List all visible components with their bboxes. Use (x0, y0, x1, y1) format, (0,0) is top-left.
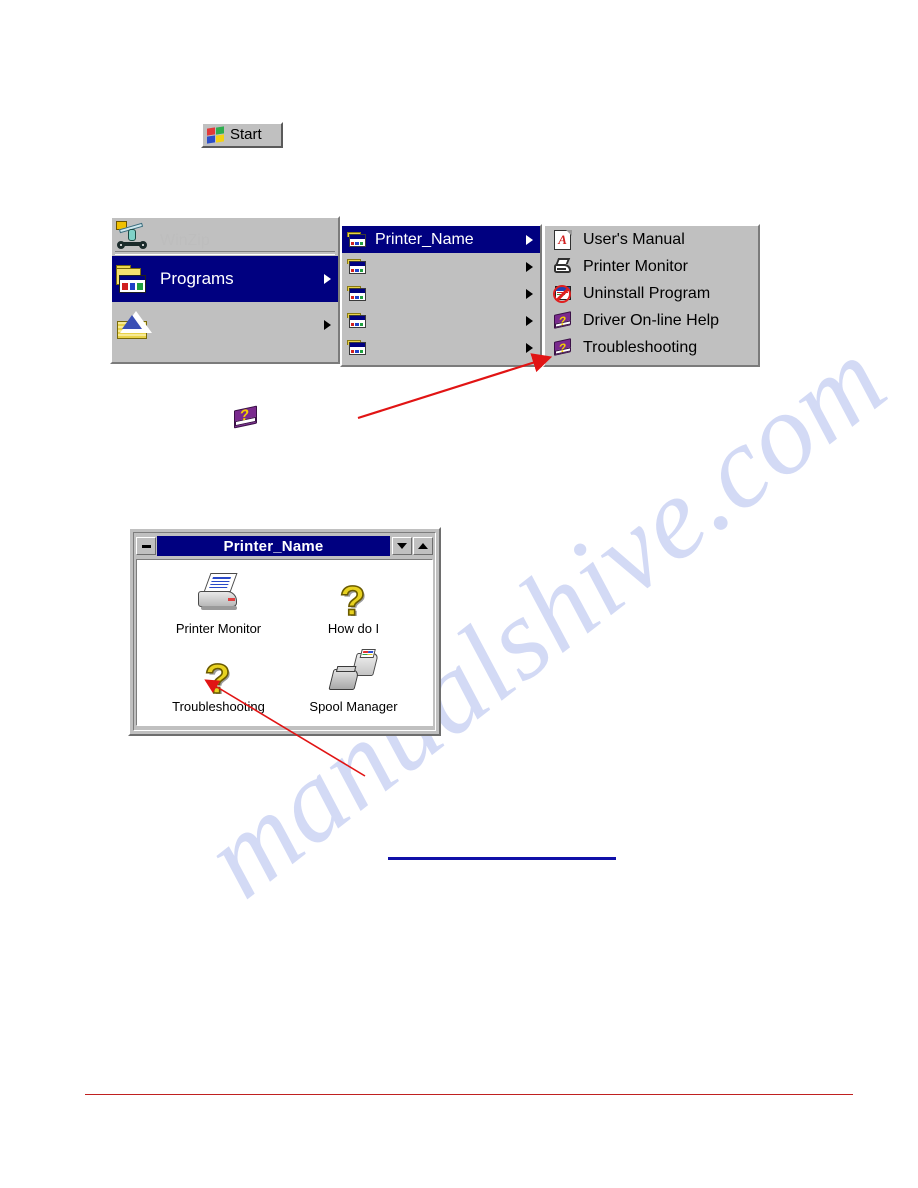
menu-item-users-manual-label: User's Manual (583, 230, 685, 248)
help-book-icon: ? (553, 311, 573, 331)
program-group-folder-icon (347, 312, 367, 330)
program-group-folder-icon (347, 258, 367, 276)
chevron-right-icon (526, 342, 533, 353)
printer-name-submenu[interactable]: A User's Manual Printer Monitor Uninstal… (543, 224, 760, 367)
programs-submenu[interactable]: Printer_Name (340, 224, 542, 367)
arrow-to-troubleshooting-menu-item (357, 353, 553, 420)
submenu-item-printer-name[interactable]: Printer_Name (342, 226, 540, 253)
program-group-folder-icon (347, 285, 367, 303)
chevron-right-icon (526, 261, 533, 272)
restore-down-arrow-icon[interactable] (392, 537, 412, 555)
footer-separator-rule (85, 1094, 853, 1095)
program-group-folder-icon (347, 339, 367, 357)
chevron-right-icon (526, 315, 533, 326)
window-client-area: Printer Monitor ?? How do I ?? Troublesh… (136, 559, 433, 726)
program-icon-how-do-i[interactable]: ?? How do I (286, 568, 421, 646)
documents-folder-icon (116, 309, 153, 341)
start-menu-item-winzip[interactable]: WinZip (112, 218, 338, 250)
menu-item-users-manual[interactable]: A User's Manual (545, 226, 758, 253)
chevron-right-icon (526, 234, 533, 245)
menu-item-printer-monitor-label: Printer Monitor (583, 257, 688, 275)
menu-item-uninstall-program[interactable]: Uninstall Program (545, 280, 758, 307)
blue-link-underline (388, 857, 616, 860)
submenu-item-printer-name-label: Printer_Name (375, 230, 474, 248)
program-icon-printer-monitor-label: Printer Monitor (175, 621, 262, 636)
menu-item-troubleshooting-label: Troubleshooting (583, 338, 698, 356)
acrobat-pdf-icon: A (553, 229, 573, 250)
program-group-window[interactable]: Printer_Name Printer Monitor ? ? How do … (128, 527, 441, 736)
chevron-right-icon (324, 320, 331, 330)
help-book-icon: ? (553, 338, 573, 358)
winzip-clamp-icon (116, 218, 148, 250)
spool-manager-icon (328, 648, 379, 694)
menu-item-troubleshooting[interactable]: ? Troubleshooting (545, 334, 758, 361)
window-title: Printer_Name (223, 537, 324, 555)
windows-flag-icon (207, 125, 226, 144)
yellow-question-mark-icon: ?? (339, 576, 367, 625)
yellow-question-mark-icon: ?? (204, 654, 232, 703)
printer-monitor-icon (196, 572, 242, 616)
programs-folder-icon (116, 263, 148, 295)
menu-item-driver-online-help[interactable]: ? Driver On-line Help (545, 307, 758, 334)
window-title-bar[interactable]: Printer_Name (136, 535, 433, 557)
menu-item-uninstall-program-label: Uninstall Program (583, 284, 711, 302)
document-page: manualshive.com Start WinZip Programs Pr… (0, 0, 918, 1188)
submenu-item-4[interactable] (342, 307, 540, 334)
menu-item-driver-online-help-label: Driver On-line Help (583, 311, 720, 329)
start-menu-item-programs-label: Programs (160, 269, 234, 288)
start-menu-item-programs[interactable]: Programs (112, 256, 338, 302)
program-icon-printer-monitor[interactable]: Printer Monitor (151, 568, 286, 646)
start-menu[interactable]: WinZip Programs (110, 216, 340, 364)
chevron-right-icon (324, 274, 331, 284)
program-group-folder-icon (347, 231, 367, 249)
program-icon-spool-manager[interactable]: Spool Manager (286, 646, 421, 724)
submenu-item-3[interactable] (342, 280, 540, 307)
start-menu-item-winzip-label: WinZip (160, 232, 210, 249)
submenu-item-5[interactable] (342, 334, 540, 361)
chevron-right-icon (526, 288, 533, 299)
start-menu-separator (115, 251, 335, 255)
start-button[interactable]: Start (201, 122, 283, 148)
program-icon-spool-manager-label: Spool Manager (309, 699, 398, 714)
start-menu-item-documents[interactable] (112, 302, 338, 348)
maximize-up-arrow-icon[interactable] (413, 537, 433, 555)
help-book-icon: ? (232, 404, 259, 430)
start-button-label: Start (230, 126, 262, 143)
program-icon-troubleshooting[interactable]: ?? Troubleshooting (151, 646, 286, 724)
window-title-strip: Printer_Name (157, 536, 390, 556)
uninstall-program-icon (553, 284, 573, 304)
minimize-box-icon[interactable] (136, 537, 156, 555)
menu-item-printer-monitor[interactable]: Printer Monitor (545, 253, 758, 280)
printer-outline-icon (553, 257, 573, 277)
submenu-item-2[interactable] (342, 253, 540, 280)
